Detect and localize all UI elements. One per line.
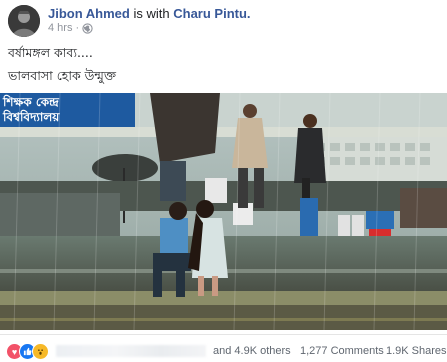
facebook-post: Jibon Ahmed is with Charu Pintu. 4 hrs ·… [0,0,447,361]
post-footer: ♥ and 4.9K others 1,277 Comments 1.9K Sh… [0,334,447,362]
reaction-icons[interactable]: ♥ [6,343,49,360]
globe-icon[interactable] [82,22,93,34]
with-label: is with [133,6,170,21]
photo-scene: শিক্ষক কেন্দ্র বিশ্ববিদ্যালয় [0,93,447,330]
tagged-friend[interactable]: Charu Pintu. [173,6,250,21]
shares-count[interactable]: 1.9K Shares [386,345,447,357]
wow-icon [32,343,49,360]
author-name[interactable]: Jibon Ahmed [48,6,130,21]
post-header: Jibon Ahmed is with Charu Pintu. [48,6,251,21]
post-photo[interactable]: শিক্ষক কেন্দ্র বিশ্ববিদ্যালয় [0,93,447,330]
post-meta: 4 hrs · [48,22,93,34]
author-avatar[interactable] [8,5,40,37]
post-text-line-1: বর্ষামঙ্গল কাব্য.... [8,45,93,60]
comments-count[interactable]: 1,277 Comments [300,345,384,357]
reactions-count[interactable]: and 4.9K others [213,345,291,357]
meta-separator: · [75,22,80,34]
sign-text-line-2: বিশ্ববিদ্যালয় [2,109,60,124]
blurred-reactor-names [56,345,206,357]
sign-text-line-1: শিক্ষক কেন্দ্র [2,94,60,109]
post-timestamp[interactable]: 4 hrs [48,22,72,34]
post-text-line-2: ভালবাসা হোক উন্মুক্ত [8,68,117,83]
